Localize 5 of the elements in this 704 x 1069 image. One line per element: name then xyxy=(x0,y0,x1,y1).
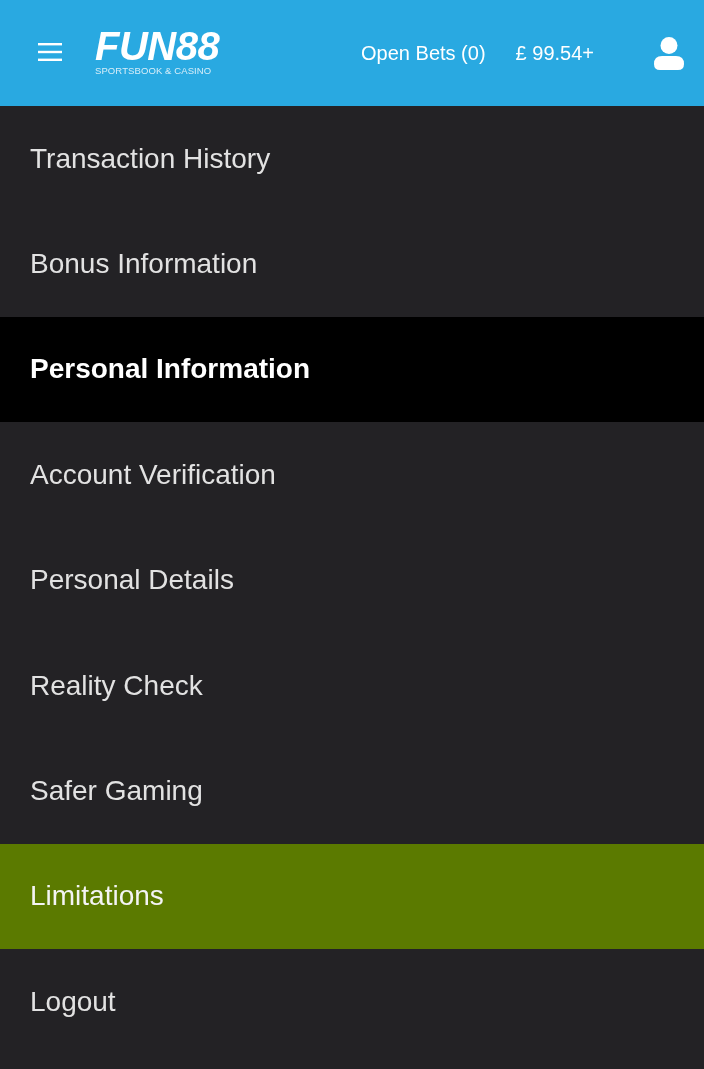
menu-heading[interactable]: Personal Information xyxy=(0,316,704,423)
menu-icon[interactable] xyxy=(38,43,62,61)
menu-item[interactable]: Limitations xyxy=(0,843,704,950)
logo-tagline: SPORTSBOOK & CASINO xyxy=(95,65,212,76)
user-icon[interactable] xyxy=(654,36,684,70)
